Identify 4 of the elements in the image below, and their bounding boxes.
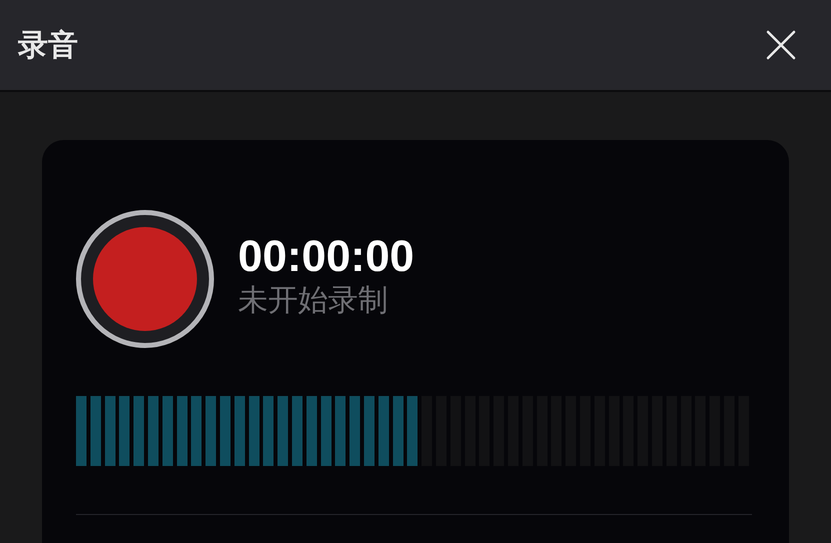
- status-text: 未开始录制: [238, 283, 389, 320]
- window-title: 录音: [18, 28, 78, 64]
- timer: 00:00:00: [238, 232, 414, 282]
- close-icon: [766, 30, 796, 60]
